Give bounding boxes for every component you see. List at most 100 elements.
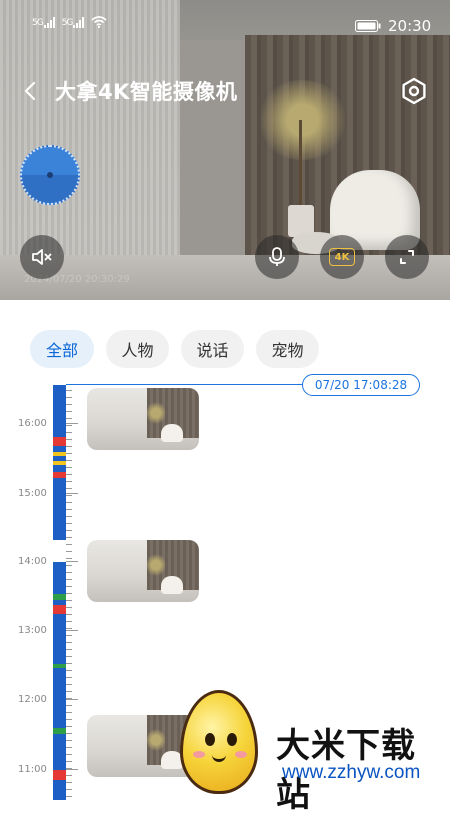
speaker-muted-icon xyxy=(32,249,52,265)
gear-icon xyxy=(402,77,426,105)
tab-pet[interactable]: 宠物 xyxy=(256,330,319,368)
timeline-tick xyxy=(66,488,72,489)
signal-icon: 5G xyxy=(32,17,56,28)
status-bar: 5G 5G 20:30 xyxy=(0,0,450,52)
hour-label: 15:00 xyxy=(18,488,47,499)
timeline-rail[interactable] xyxy=(53,385,66,800)
fullscreen-button[interactable] xyxy=(385,235,429,279)
timeline-tick xyxy=(66,712,72,713)
scene-column xyxy=(180,40,250,260)
timeline-tick xyxy=(66,607,72,608)
timeline-tick xyxy=(66,460,72,461)
hour-label: 11:00 xyxy=(18,764,47,775)
timeline-tick xyxy=(66,565,72,566)
timeline-tick xyxy=(66,404,72,405)
timeline-tick xyxy=(66,411,72,412)
timeline-tick xyxy=(66,558,72,559)
microphone-button[interactable] xyxy=(255,235,299,279)
timeline-tick xyxy=(66,516,72,517)
chevron-left-icon xyxy=(24,81,36,101)
timeline-tick xyxy=(66,740,72,741)
timeline-tick xyxy=(66,719,72,720)
event-segment xyxy=(53,770,66,780)
timeline-tick xyxy=(66,495,72,496)
tab-talking[interactable]: 说话 xyxy=(181,330,244,368)
timeline-tick xyxy=(66,761,72,762)
timeline-tick xyxy=(66,726,72,727)
watermark-url: www.zzhyw.com xyxy=(282,762,421,783)
timeline-tick xyxy=(66,663,72,664)
quality-label: 4K xyxy=(329,248,355,266)
hour-label: 13:00 xyxy=(18,625,47,636)
timeline-hour-tick xyxy=(66,493,78,494)
event-segment xyxy=(53,605,66,614)
timeline-tick xyxy=(66,621,72,622)
timeline-tick xyxy=(66,614,72,615)
settings-button[interactable] xyxy=(399,76,429,106)
timeline-tick xyxy=(66,537,72,538)
back-button[interactable] xyxy=(18,78,44,104)
battery-icon xyxy=(355,20,381,36)
timeline-tick xyxy=(66,530,72,531)
timeline-tick xyxy=(66,656,72,657)
current-time-badge: 07/20 17:08:28 xyxy=(302,374,420,396)
event-segment xyxy=(53,594,66,600)
timeline-tick xyxy=(66,642,72,643)
event-segment xyxy=(53,728,66,734)
timeline-tick xyxy=(66,628,72,629)
timeline-tick xyxy=(66,544,72,545)
timeline-tick xyxy=(66,684,72,685)
timeline-tick xyxy=(66,425,72,426)
timeline-tick xyxy=(66,789,72,790)
mute-button[interactable] xyxy=(20,235,64,279)
fullscreen-icon xyxy=(400,250,414,264)
timeline-tick xyxy=(66,432,72,433)
hour-label: 14:00 xyxy=(18,556,47,567)
signal-bars-icon xyxy=(73,17,85,28)
page-title: 大拿4K智能摄像机 xyxy=(55,80,238,104)
timeline-tick xyxy=(66,439,72,440)
timeline-tick xyxy=(66,600,72,601)
timeline-hour-tick xyxy=(66,699,78,700)
scene-plant-stem xyxy=(299,120,302,210)
status-time: 20:30 xyxy=(388,17,432,35)
scene-plant xyxy=(255,80,350,160)
event-segment xyxy=(53,437,66,446)
timeline-tick xyxy=(66,579,72,580)
tab-person[interactable]: 人物 xyxy=(106,330,169,368)
timeline-tick xyxy=(66,733,72,734)
event-segment xyxy=(53,452,66,456)
timeline-tick xyxy=(66,782,72,783)
timeline-tick xyxy=(66,481,72,482)
timeline-tick xyxy=(66,649,72,650)
timeline-tick xyxy=(66,670,72,671)
ptz-center-dot xyxy=(47,172,53,178)
event-thumbnail[interactable] xyxy=(87,540,199,602)
timeline-tick xyxy=(66,523,72,524)
quality-4k-button[interactable]: 4K xyxy=(320,235,364,279)
microphone-icon xyxy=(269,247,285,266)
timeline-hour-tick xyxy=(66,561,78,562)
timeline-tick xyxy=(66,551,72,552)
tab-all[interactable]: 全部 xyxy=(30,330,94,368)
event-segment xyxy=(53,461,66,465)
timeline-tick xyxy=(66,754,72,755)
timeline-hour-tick xyxy=(66,423,78,424)
signal-bars-icon xyxy=(43,17,55,28)
signal-icon-2: 5G xyxy=(62,17,86,28)
timeline-tick xyxy=(66,397,72,398)
wifi-icon xyxy=(91,16,107,28)
event-segment xyxy=(53,664,66,668)
timeline-tick xyxy=(66,677,72,678)
timeline-tick xyxy=(66,509,72,510)
timeline-tick xyxy=(66,502,72,503)
watermark-logo xyxy=(180,690,258,794)
timeline-tick xyxy=(66,705,72,706)
timeline-gap xyxy=(53,540,66,562)
timeline-tick xyxy=(66,453,72,454)
event-segment xyxy=(53,472,66,478)
timeline-tick xyxy=(66,467,72,468)
timeline-tick xyxy=(66,775,72,776)
hour-label: 12:00 xyxy=(18,694,47,705)
event-thumbnail[interactable] xyxy=(87,388,199,450)
